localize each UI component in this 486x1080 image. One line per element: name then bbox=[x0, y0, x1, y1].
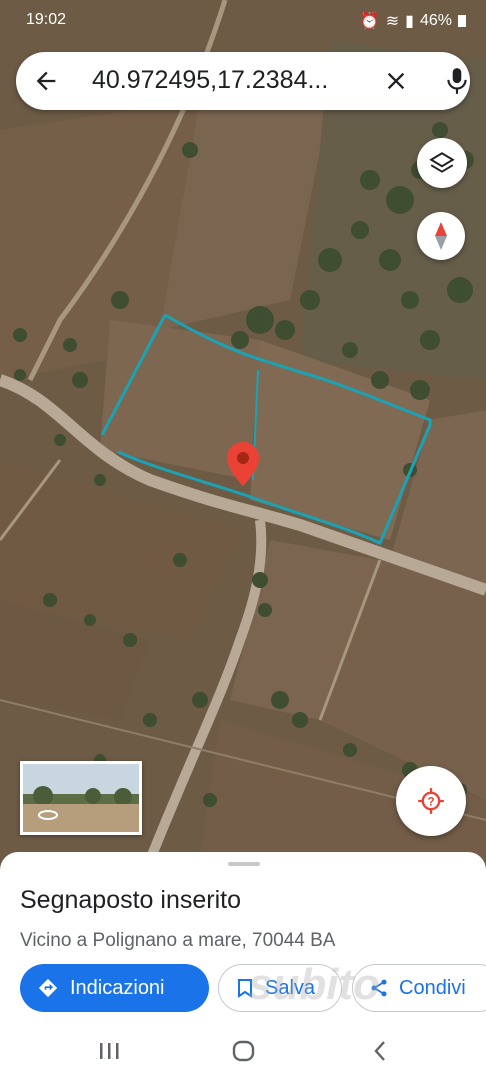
battery-icon bbox=[458, 15, 466, 27]
home-icon[interactable] bbox=[232, 1040, 256, 1062]
back-arrow-icon[interactable] bbox=[32, 67, 60, 95]
share-label: Condivi bbox=[399, 976, 466, 999]
street-view-360-icon bbox=[38, 810, 58, 820]
signal-icon: ▮ bbox=[405, 13, 414, 30]
status-bar: 19:02 ⏰ ≋ ▮ 46% bbox=[0, 0, 486, 40]
my-location-button[interactable]: ? bbox=[396, 766, 466, 836]
status-time: 19:02 bbox=[26, 11, 67, 28]
directions-icon bbox=[38, 978, 58, 998]
layers-icon bbox=[429, 152, 455, 173]
place-address: Vicino a Polignano a mare, 70044 BA bbox=[20, 930, 336, 951]
recent-apps-icon[interactable] bbox=[98, 1042, 120, 1060]
layers-button[interactable] bbox=[417, 138, 467, 188]
system-nav-bar bbox=[0, 1022, 486, 1080]
microphone-icon[interactable] bbox=[444, 66, 470, 96]
sheet-drag-handle[interactable] bbox=[228, 862, 260, 866]
my-location-icon: ? bbox=[418, 788, 444, 814]
wifi-icon: ≋ bbox=[385, 13, 400, 30]
street-view-thumbnail[interactable] bbox=[20, 761, 142, 835]
subito-watermark: subito bbox=[248, 960, 380, 1009]
compass-button[interactable] bbox=[417, 212, 465, 260]
close-icon[interactable] bbox=[382, 67, 410, 95]
location-pin-icon[interactable] bbox=[225, 440, 261, 490]
battery-percent: 46% bbox=[419, 12, 452, 29]
svg-text:?: ? bbox=[427, 796, 434, 809]
back-nav-icon[interactable] bbox=[372, 1040, 388, 1062]
directions-label: Indicazioni bbox=[70, 976, 165, 999]
place-title: Segnaposto inserito bbox=[20, 886, 241, 914]
satellite-map[interactable] bbox=[0, 0, 486, 860]
alarm-icon: ⏰ bbox=[359, 13, 380, 30]
search-query[interactable]: 40.972495,17.2384... bbox=[92, 66, 328, 95]
search-bar[interactable]: 40.972495,17.2384... bbox=[16, 52, 470, 110]
directions-button[interactable]: Indicazioni bbox=[20, 964, 209, 1012]
compass-icon bbox=[435, 222, 447, 250]
